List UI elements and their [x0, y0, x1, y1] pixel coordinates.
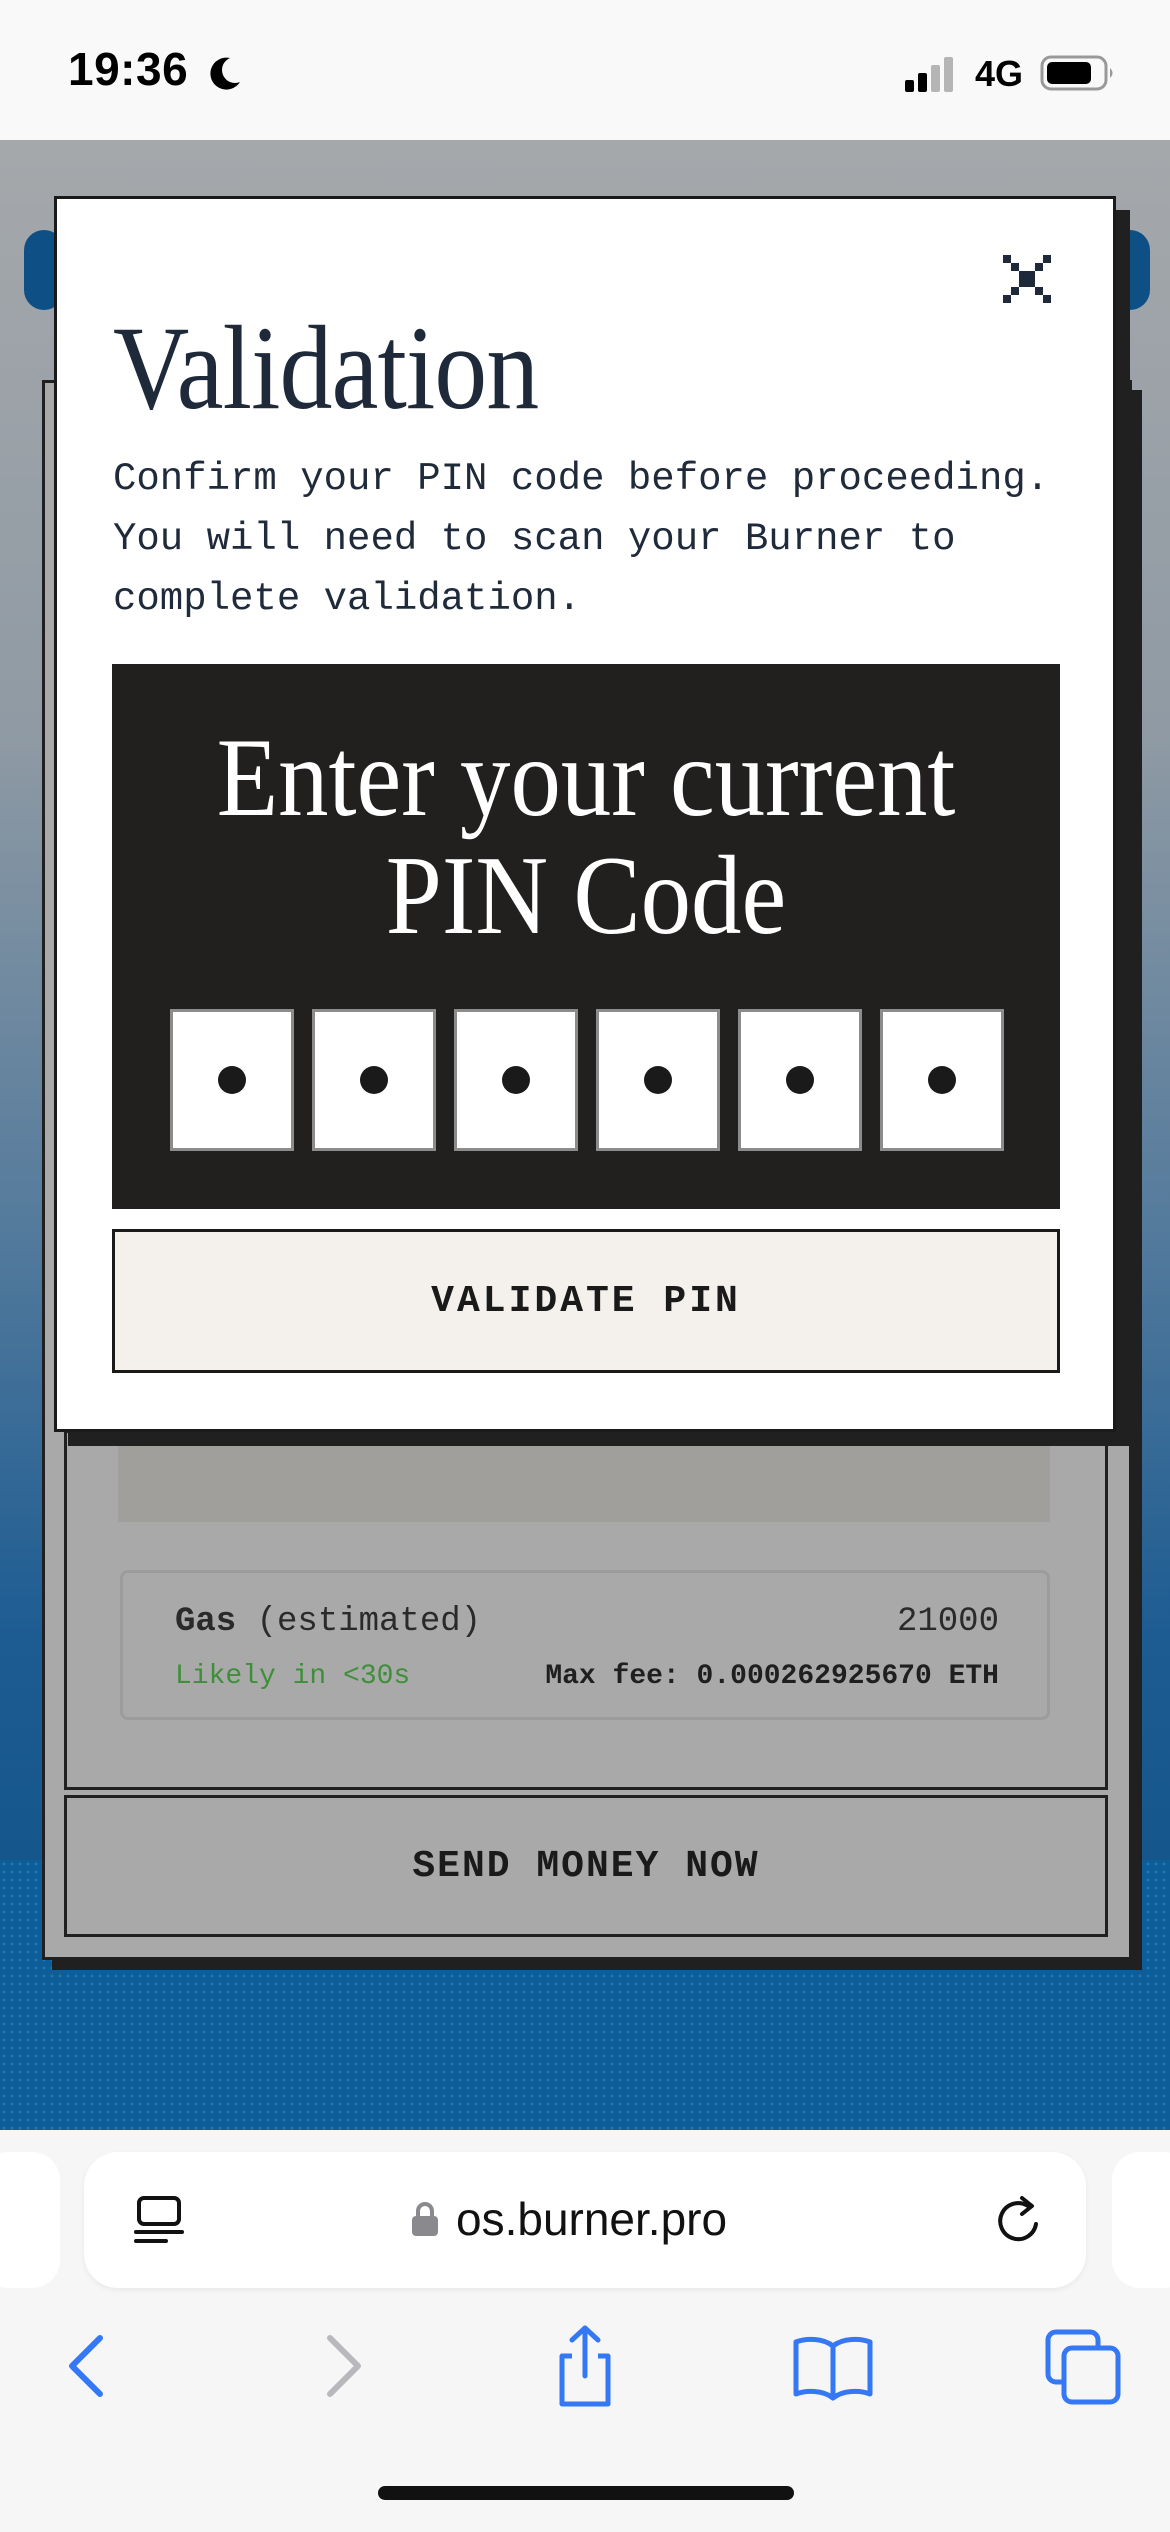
moon-icon	[210, 57, 240, 90]
validate-pin-button[interactable]: VALIDATE PIN	[112, 1229, 1060, 1373]
share-icon[interactable]	[540, 2320, 630, 2410]
background-decoration	[1110, 230, 1150, 310]
pin-dot	[502, 1066, 530, 1094]
pin-digit-input[interactable]	[454, 1009, 578, 1151]
address-bar[interactable]: os.burner.pro	[84, 2152, 1086, 2288]
status-time: 19:36	[68, 43, 189, 95]
pin-dot	[786, 1066, 814, 1094]
page-menu-icon[interactable]	[134, 2194, 184, 2246]
pin-digit-input[interactable]	[880, 1009, 1004, 1151]
web-content: Gas (estimated) 21000 Likely in <30s Max…	[0, 140, 1170, 2130]
pin-entry-panel: Enter your current PIN Code	[112, 664, 1060, 1209]
next-tab-preview[interactable]	[1112, 2152, 1170, 2288]
forward-icon[interactable]	[296, 2320, 386, 2410]
modal-description: Confirm your PIN code before proceeding.…	[113, 457, 1050, 621]
pin-dot	[644, 1066, 672, 1094]
pin-digit-input[interactable]	[170, 1009, 294, 1151]
network-type: 4G	[975, 53, 1024, 94]
pin-digit-input[interactable]	[738, 1009, 862, 1151]
lock-icon	[412, 2202, 438, 2236]
gas-estimate-box: Gas (estimated) 21000 Likely in <30s Max…	[120, 1570, 1050, 1720]
url-text[interactable]: os.burner.pro	[456, 2192, 727, 2246]
gas-label: Gas (estimated)	[175, 1603, 482, 1641]
pin-heading: Enter your current PIN Code	[216, 716, 956, 958]
bookmarks-icon[interactable]	[788, 2320, 878, 2410]
browser-nav-row	[0, 2320, 1170, 2430]
pin-dot	[218, 1066, 246, 1094]
modal-title: Validation	[113, 301, 539, 434]
gas-value: 21000	[896, 1603, 999, 1641]
validation-modal: Validation Confirm your PIN code before …	[54, 196, 1116, 1432]
send-money-button[interactable]: SEND MONEY NOW	[64, 1795, 1108, 1937]
pin-dot	[928, 1066, 956, 1094]
browser-toolbar: os.burner.pro	[0, 2130, 1170, 2532]
pin-dot	[360, 1066, 388, 1094]
pin-digit-input[interactable]	[312, 1009, 436, 1151]
back-icon[interactable]	[44, 2320, 134, 2410]
previous-tab-preview[interactable]	[0, 2152, 60, 2288]
signal-icon	[905, 57, 953, 92]
tabs-icon[interactable]	[1038, 2320, 1128, 2410]
status-bar: 19:36 4G	[0, 0, 1170, 140]
battery-icon	[1040, 55, 1113, 91]
reload-icon[interactable]	[992, 2194, 1046, 2248]
gas-eta: Likely in <30s	[175, 1661, 411, 1692]
pin-digit-input[interactable]	[596, 1009, 720, 1151]
home-indicator[interactable]	[378, 2486, 794, 2500]
close-icon[interactable]	[997, 249, 1057, 309]
pin-input-row	[170, 1009, 1004, 1151]
amount-field-background	[118, 1440, 1050, 1522]
gas-max-fee: Max fee: 0.000262925670 ETH	[545, 1661, 999, 1692]
